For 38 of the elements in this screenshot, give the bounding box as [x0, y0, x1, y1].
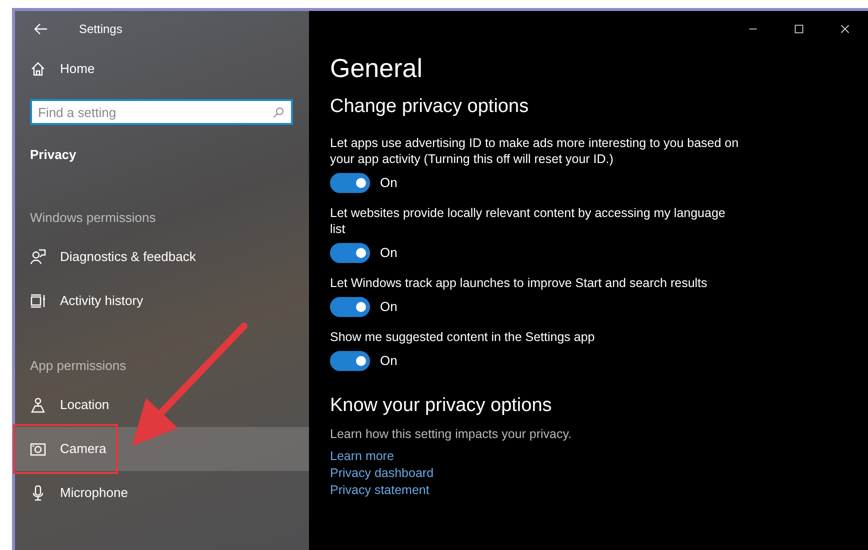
page-title: General: [330, 53, 422, 84]
toggle-state-label: On: [380, 174, 398, 192]
toggle-switch[interactable]: [330, 242, 370, 263]
sidebar-item[interactable]: Microphone: [15, 471, 309, 515]
section-title: Privacy: [30, 147, 76, 162]
sidebar-item[interactable]: Location: [15, 383, 309, 427]
person-chat-icon: [30, 249, 46, 265]
description-text: Learn how this setting impacts your privacy.: [330, 426, 573, 442]
toggle-switch[interactable]: [330, 350, 370, 371]
section-label: Windows permissions: [30, 208, 156, 227]
setting-description: Let websites provide locally relevant content by accessing my language list: [330, 204, 726, 237]
toggle-state-label: On: [380, 352, 398, 370]
search-field[interactable]: Find a setting: [30, 99, 293, 125]
toggle-state-label: On: [380, 244, 398, 262]
section-title: Know your privacy options: [330, 394, 553, 418]
sidebar-item[interactable]: Diagnostics & feedback: [15, 235, 309, 279]
timeline-icon: [30, 293, 46, 309]
toggle-switch[interactable]: [330, 172, 370, 193]
sidebar-item[interactable]: Camera: [15, 427, 309, 471]
section-title: Change privacy options: [330, 96, 530, 119]
link[interactable]: Privacy statement: [330, 482, 430, 499]
person-pin-icon: [30, 397, 46, 413]
back-icon[interactable]: [33, 21, 49, 37]
toggle-state-label: On: [380, 298, 398, 316]
microphone-icon: [30, 485, 46, 501]
sidebar-item[interactable]: Home: [15, 47, 309, 91]
window-title: Settings: [79, 21, 122, 38]
link[interactable]: Privacy dashboard: [330, 464, 434, 482]
search-icon: [272, 106, 285, 119]
toggle-switch[interactable]: [330, 296, 370, 317]
camera-icon: [30, 441, 46, 457]
sidebar-item[interactable]: Activity history: [15, 279, 309, 323]
setting-description: Let Windows track app launches to improve Start and search results: [330, 274, 708, 291]
section-label: App permissions: [30, 356, 126, 375]
setting-description: Let apps use advertising ID to make ads more interesting to you based on your app activity (Turning this off will reset your ID.): [330, 134, 740, 167]
link[interactable]: Learn more: [330, 448, 394, 465]
setting-description: Show me suggested content in the Settings app: [330, 328, 596, 345]
home-icon: [30, 61, 46, 77]
